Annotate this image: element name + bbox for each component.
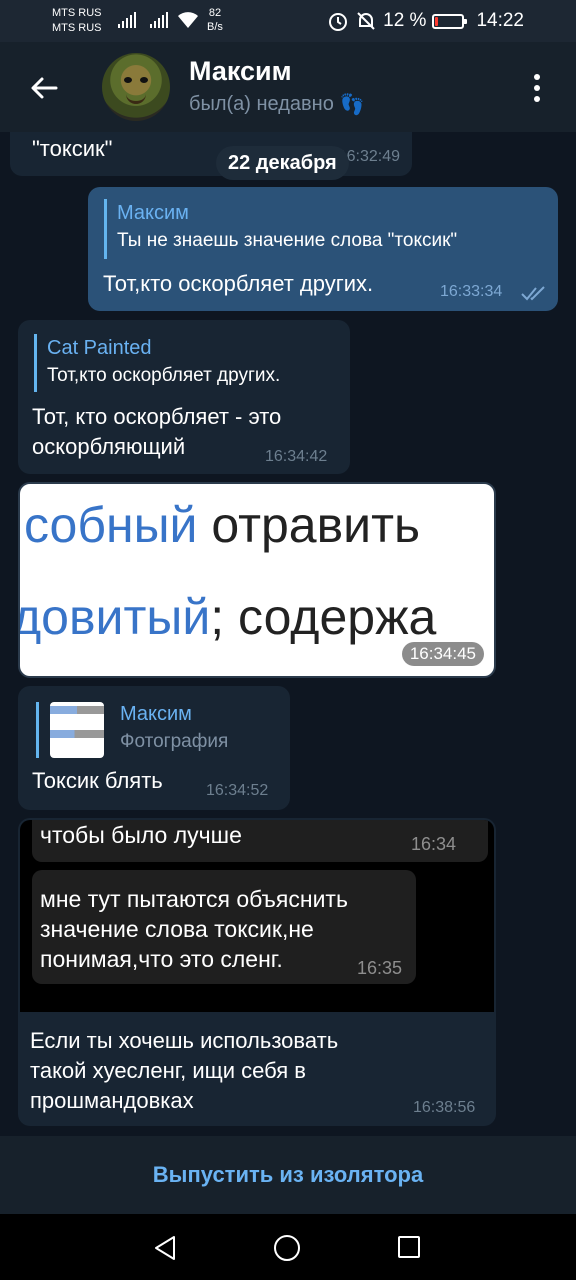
photo-word-dark: отравить (197, 497, 421, 553)
screenshot-bubble: чтобы было лучше 16:34 (32, 820, 488, 862)
unblock-button[interactable]: Выпустить из изолятора (153, 1162, 423, 1188)
nav-recents-icon[interactable] (398, 1236, 420, 1258)
screenshot-text: мне тут пытаются объяснить значение слов… (40, 884, 348, 974)
nav-back-icon[interactable] (152, 1234, 178, 1262)
message-line: такой хуесленг, ищи себя в (30, 1058, 306, 1083)
photo-word-blue: собный (24, 497, 198, 553)
back-arrow-icon[interactable] (28, 72, 60, 104)
last-seen-status: был(а) недавно 👣 (189, 92, 365, 117)
screenshot-line: мне тут пытаются объяснить (40, 886, 348, 912)
message-time: 16:38:56 (413, 1099, 476, 1116)
mute-bell-icon (357, 12, 375, 30)
photo-message[interactable]: собный отравить довитый; содержа 16:34:4… (18, 482, 496, 678)
message-time: 16:34:52 (206, 782, 269, 799)
photo-word-dark: ; содержа (210, 589, 437, 645)
screenshot-line: понимая,что это сленг. (40, 946, 283, 972)
wifi-icon (178, 12, 198, 28)
signal-2-icon (150, 12, 168, 28)
reply-text: Ты не знаешь значение слова "токсик" (117, 230, 458, 251)
message-line: оскорбляющий (32, 434, 186, 459)
reply-text: Тот,кто оскорбляет других. (47, 365, 281, 386)
photo-time: 16:34:45 (401, 642, 484, 666)
message-text: Если ты хочешь использовать такой хуесле… (30, 1026, 338, 1116)
net-speed-value: 82 (208, 7, 222, 19)
photo-text-line: собный отравить (24, 496, 420, 554)
message-text: Тот,кто оскорбляет других. (103, 271, 374, 296)
chat-header: Максим был(а) недавно 👣 (0, 42, 576, 132)
carrier-names: MTS RUS MTS RUS (52, 6, 102, 36)
battery-percent: 12 % (383, 10, 427, 31)
message-bubble-outgoing[interactable]: Максим Ты не знаешь значение слова "токс… (88, 187, 558, 311)
screenshot-image[interactable]: чтобы было лучше 16:34 мне тут пытаются … (20, 820, 494, 1012)
footprints-icon: 👣 (339, 94, 365, 116)
screenshot-bubble: мне тут пытаются объяснить значение слов… (32, 870, 416, 984)
message-text: "токсик" (32, 136, 113, 161)
battery-icon (432, 13, 468, 29)
message-time: 16:33:34 (440, 283, 503, 300)
message-bubble[interactable]: Cat Painted Тот,кто оскорбляет других. Т… (18, 320, 350, 474)
reply-bar (36, 702, 39, 758)
date-separator: 22 декабря (216, 146, 349, 180)
screenshot-time: 16:34 (411, 834, 457, 854)
message-line: Тот, кто оскорбляет - это (32, 404, 282, 429)
reply-author: Максим (117, 202, 189, 224)
message-text: Тот, кто оскорбляет - это оскорбляющий (32, 402, 281, 462)
contact-name[interactable]: Максим (189, 56, 292, 87)
bottom-action-bar: Выпустить из изолятора (0, 1136, 576, 1214)
reply-thumbnail[interactable] (50, 702, 104, 758)
carrier-1: MTS RUS (52, 7, 102, 19)
more-menu-icon[interactable] (526, 72, 548, 104)
reply-text: Фотография (120, 731, 229, 752)
message-time: 16:34:42 (265, 448, 328, 465)
alarm-icon (329, 13, 348, 31)
message-line: Если ты хочешь использовать (30, 1028, 339, 1053)
read-checkmarks-icon (521, 286, 545, 301)
clock: 14:22 (476, 10, 524, 31)
reply-author: Максим (120, 703, 192, 725)
reply-preview[interactable]: Максим Ты не знаешь значение слова "токс… (104, 199, 457, 259)
photo-word-blue: довитый (18, 589, 211, 645)
status-bar: MTS RUS MTS RUS 82 B/s 12 % 14:22 (0, 0, 576, 42)
carrier-2: MTS RUS (52, 22, 102, 34)
last-seen-text: был(а) недавно (189, 93, 334, 115)
signal-1-icon (118, 12, 136, 28)
message-text: Токсик блять (32, 768, 163, 793)
reply-preview[interactable]: Максим Фотография (120, 700, 228, 756)
net-speed: 82 B/s (207, 6, 223, 34)
screenshot-text: чтобы было лучше (40, 822, 242, 848)
system-nav-bar (0, 1214, 576, 1280)
status-right: 12 % 14:22 (327, 10, 524, 32)
reply-author: Cat Painted (47, 337, 152, 359)
screenshot-time: 16:35 (357, 958, 403, 978)
message-line: прошмандовках (30, 1088, 194, 1113)
nav-home-icon[interactable] (274, 1235, 300, 1261)
screenshot-line: значение слова токсик,не (40, 916, 314, 942)
message-bubble[interactable]: Максим Фотография Токсик блять 16:34:52 (18, 686, 290, 810)
avatar[interactable] (102, 53, 170, 121)
reply-preview[interactable]: Cat Painted Тот,кто оскорбляет других. (34, 334, 280, 392)
photo-text-line: довитый; содержа (18, 588, 437, 646)
net-speed-unit: B/s (207, 21, 223, 33)
